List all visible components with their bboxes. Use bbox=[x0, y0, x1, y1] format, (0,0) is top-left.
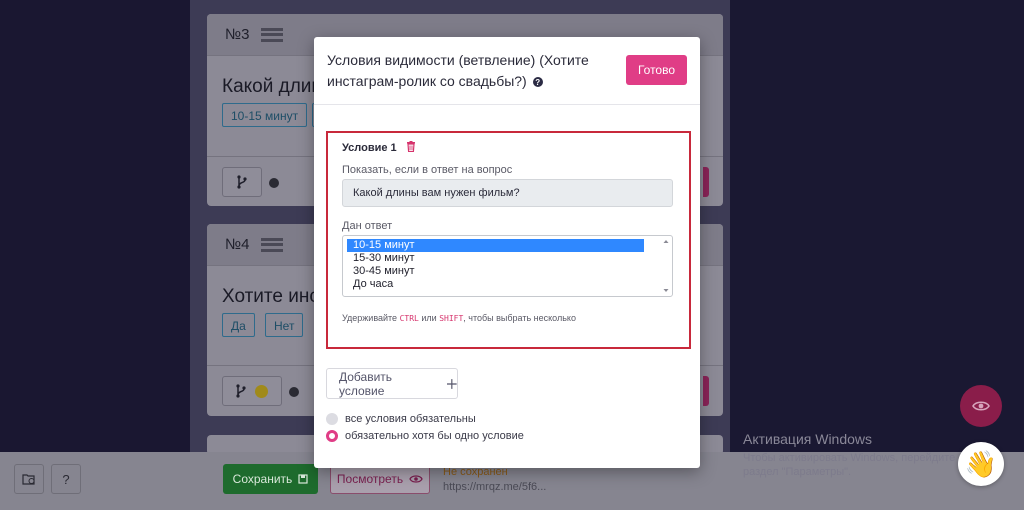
answer-chip[interactable]: 10-15 минут bbox=[222, 103, 308, 127]
answer-option-selected[interactable]: 10-15 минут bbox=[347, 239, 644, 252]
add-condition-label: Добавить условие bbox=[339, 369, 393, 398]
activation-line-1: Чтобы активировать Windows, перейдите bbox=[743, 452, 956, 464]
info-icon[interactable] bbox=[269, 178, 279, 188]
radio-label: обязательно хотя бы одно условие bbox=[345, 430, 524, 442]
radio-all-required[interactable]: все условия обязательны bbox=[326, 413, 476, 425]
radio-button-checked[interactable] bbox=[326, 430, 338, 442]
help-icon[interactable]: ? bbox=[532, 77, 543, 88]
hint-or: или bbox=[421, 313, 437, 323]
branch-button[interactable] bbox=[222, 167, 262, 197]
card-question: Какой длин bbox=[222, 76, 322, 97]
activation-line-2: раздел "Параметры". bbox=[743, 466, 852, 478]
hint-key-shift: SHIFT bbox=[439, 314, 464, 323]
modal-header: Условия видимости (ветвление) (Хотите ин… bbox=[314, 37, 700, 105]
preview-button[interactable]: Посмотреть bbox=[330, 464, 430, 494]
save-label: Сохранить bbox=[232, 472, 293, 486]
left-sidebar bbox=[0, 0, 190, 510]
branch-icon bbox=[236, 384, 246, 398]
branch-button[interactable] bbox=[222, 376, 282, 406]
plus-icon bbox=[447, 378, 457, 389]
answer-label: Дан ответ bbox=[342, 220, 393, 232]
hint-suffix: , чтобы выбрать несколько bbox=[463, 313, 576, 323]
card-action-edge[interactable] bbox=[703, 167, 709, 197]
listbox-scrollbar[interactable] bbox=[662, 238, 670, 294]
card-number: №4 bbox=[225, 236, 250, 253]
condition-title: Условие 1 bbox=[342, 142, 397, 154]
hint-key-ctrl: CTRL bbox=[399, 314, 419, 323]
radio-at-least-one[interactable]: обязательно хотя бы одно условие bbox=[326, 430, 524, 442]
card-number: №3 bbox=[225, 26, 250, 43]
drag-lines-icon[interactable] bbox=[261, 27, 284, 42]
card-action-edge[interactable] bbox=[703, 376, 709, 406]
branch-icon bbox=[237, 175, 247, 189]
hand-wave-icon: 👋 bbox=[964, 448, 998, 479]
multi-select-hint: Удерживайте CTRL или SHIFT, чтобы выбрат… bbox=[342, 313, 576, 323]
chat-widget-button[interactable]: 👋 bbox=[958, 442, 1004, 486]
save-button[interactable]: Сохранить bbox=[223, 464, 318, 494]
question-select-field[interactable]: Какой длины вам нужен фильм? bbox=[342, 179, 673, 207]
add-condition-button[interactable]: Добавить условие bbox=[326, 368, 458, 399]
visibility-conditions-modal: Условия видимости (ветвление) (Хотите ин… bbox=[314, 37, 700, 468]
eye-icon bbox=[409, 475, 423, 483]
answer-chip[interactable]: Да bbox=[222, 313, 255, 337]
modal-title-text: Условия видимости (ветвление) (Хотите ин… bbox=[327, 52, 589, 89]
save-disk-icon bbox=[298, 474, 308, 484]
hint-prefix: Удерживайте bbox=[342, 313, 398, 323]
folder-clock-button[interactable] bbox=[14, 464, 44, 494]
preview-fab[interactable] bbox=[960, 385, 1002, 427]
drag-lines-icon[interactable] bbox=[261, 237, 284, 252]
eye-icon bbox=[972, 401, 990, 411]
modal-title: Условия видимости (ветвление) (Хотите ин… bbox=[327, 50, 607, 92]
info-icon[interactable] bbox=[289, 387, 299, 397]
answer-option[interactable]: До часа bbox=[347, 278, 644, 291]
answer-chip[interactable]: Нет bbox=[265, 313, 304, 337]
help-button[interactable]: ? bbox=[51, 464, 81, 494]
answer-listbox[interactable]: 10-15 минут 15-30 минут 30-45 минут До ч… bbox=[342, 235, 673, 297]
preview-label: Посмотреть bbox=[336, 472, 404, 486]
branch-count-badge bbox=[255, 384, 268, 398]
answer-option[interactable]: 30-45 минут bbox=[347, 265, 644, 278]
question-icon: ? bbox=[62, 471, 70, 487]
card-question: Хотите инс bbox=[222, 286, 319, 307]
folder-clock-icon bbox=[22, 474, 35, 485]
condition-box: Условие 1 Показать, если в ответ на вопр… bbox=[326, 131, 691, 349]
windows-activation-watermark: Активация Windows Чтобы активировать Win… bbox=[743, 431, 955, 479]
show-if-label: Показать, если в ответ на вопрос bbox=[342, 164, 513, 176]
short-url-link[interactable]: https://mrqz.me/5f6... bbox=[443, 481, 546, 493]
radio-label: все условия обязательны bbox=[345, 413, 476, 425]
done-button[interactable]: Готово bbox=[626, 55, 687, 85]
activation-title: Активация Windows bbox=[743, 431, 873, 447]
radio-button[interactable] bbox=[326, 413, 338, 425]
answer-option[interactable]: 15-30 минут bbox=[347, 252, 644, 265]
trash-icon[interactable] bbox=[406, 141, 416, 152]
